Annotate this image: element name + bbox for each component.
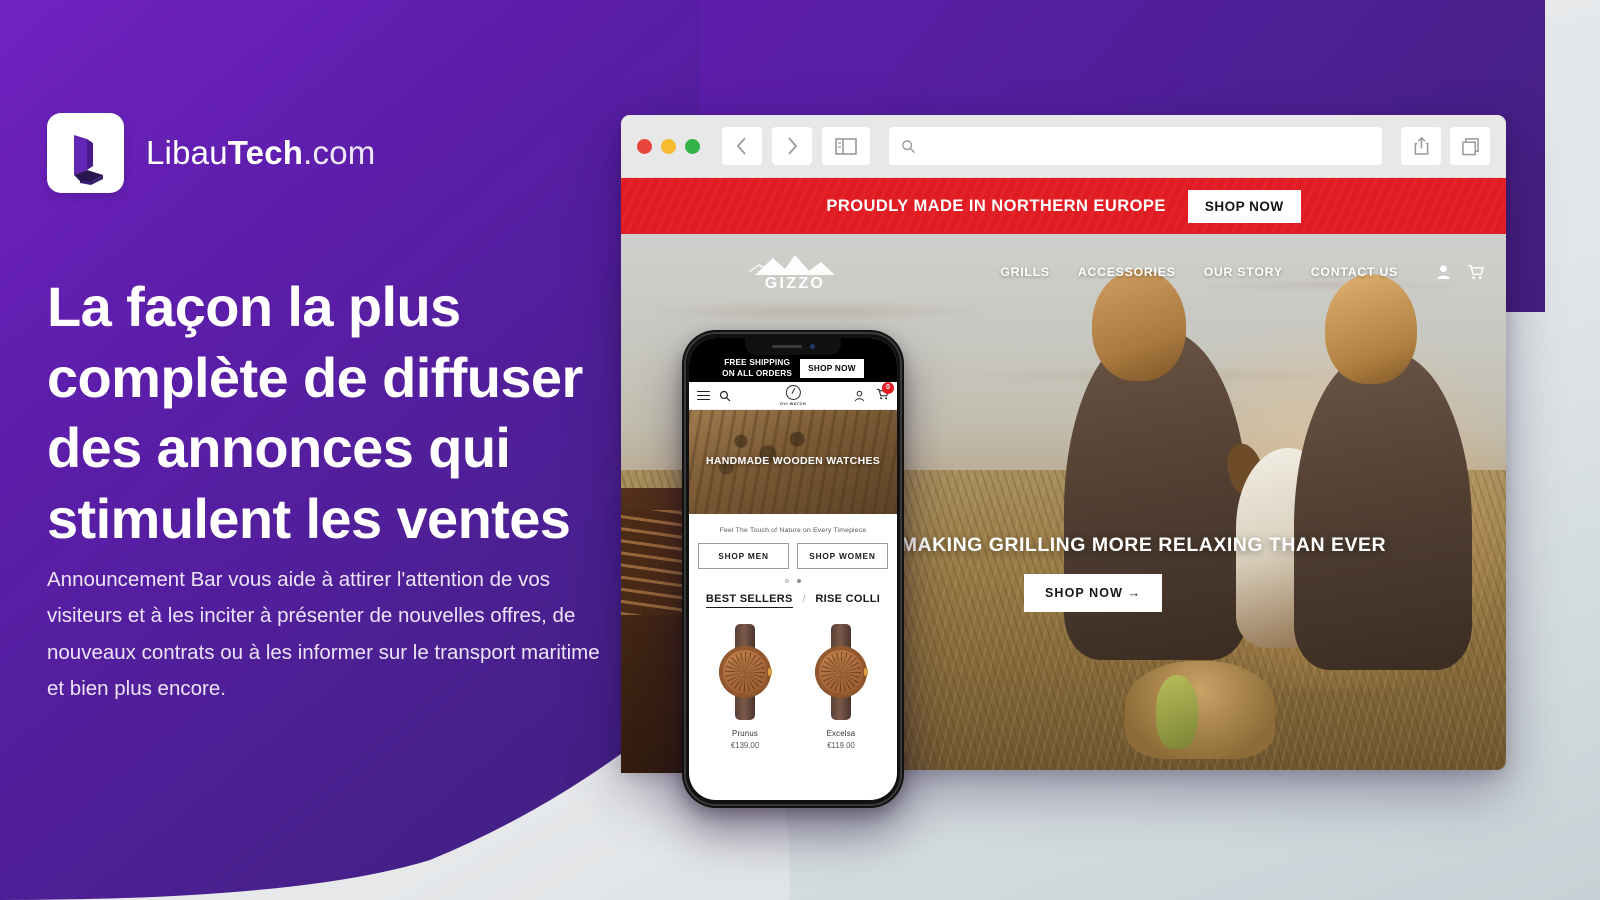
minimize-window-icon[interactable]: [661, 138, 676, 154]
phone-announcement-text: FREE SHIPPING ON ALL ORDERS: [722, 358, 792, 379]
phone-announcement-line1: FREE SHIPPING: [724, 358, 791, 367]
brand-name: LibauTech.com: [146, 134, 375, 172]
address-bar[interactable]: [889, 127, 1382, 165]
announcement-text: PROUDLY MADE IN NORTHERN EUROPE: [826, 196, 1166, 215]
browser-toolbar: [621, 115, 1506, 178]
phone-shop-buttons: SHOP MEN SHOP WOMEN: [689, 543, 897, 569]
sidebar-toggle-button[interactable]: [822, 127, 870, 165]
phone-announcement-line2: ON ALL ORDERS: [722, 368, 793, 378]
new-tab-button[interactable]: [1450, 127, 1490, 165]
nav-item-our-story[interactable]: OUR STORY: [1204, 265, 1283, 279]
carousel-dot-2[interactable]: [797, 579, 801, 583]
phone-notch: [745, 338, 841, 355]
hamburger-menu-icon[interactable]: [697, 388, 710, 402]
phone-hero-headline: HANDMADE WOODEN WATCHES: [705, 455, 881, 468]
carousel-dot-1[interactable]: [785, 579, 789, 583]
brand-lockup: LibauTech.com: [47, 113, 375, 193]
page-description: Announcement Bar vous aide à attirer l'a…: [47, 568, 600, 701]
brand-name-bold: Tech: [227, 134, 304, 171]
account-icon[interactable]: [854, 390, 865, 402]
site-logo[interactable]: GIZZO: [747, 251, 843, 293]
window-traffic-lights[interactable]: [637, 138, 700, 154]
search-icon[interactable]: [719, 390, 731, 402]
product-card[interactable]: Excelsa €119.00: [795, 624, 887, 750]
phone-product-grid: Prunus €139.00 Excelsa €119.00: [689, 608, 897, 750]
shop-men-button[interactable]: SHOP MEN: [698, 543, 789, 569]
nav-item-accessories[interactable]: ACCESSORIES: [1078, 265, 1176, 279]
account-icon[interactable]: [1436, 264, 1451, 280]
close-window-icon[interactable]: [637, 138, 652, 154]
phone-product-tabs: BEST SELLERS / RISE COLLI: [689, 591, 897, 608]
phone-screen: FREE SHIPPING ON ALL ORDERS SHOP NOW OVI…: [689, 338, 897, 800]
cart-count-badge: 0: [882, 381, 894, 394]
phone-site-logo[interactable]: OVI WATCH: [780, 385, 806, 406]
libau-l-logo-icon: [47, 113, 124, 193]
phone-hero-banner: HANDMADE WOODEN WATCHES: [689, 410, 897, 514]
share-button[interactable]: [1401, 127, 1441, 165]
phone-shop-now-button[interactable]: SHOP NOW: [800, 359, 864, 378]
phone-mockup: FREE SHIPPING ON ALL ORDERS SHOP NOW OVI…: [682, 330, 904, 808]
watch-image: [813, 624, 869, 720]
nav-item-contact-us[interactable]: CONTACT US: [1311, 265, 1398, 279]
site-announcement-bar: PROUDLY MADE IN NORTHERN EUROPE SHOP NOW: [621, 178, 1506, 234]
phone-navbar: OVI WATCH 0: [689, 381, 897, 410]
brand-name-light: Libau: [146, 134, 228, 171]
address-input[interactable]: [924, 138, 1370, 154]
tab-best-sellers[interactable]: BEST SELLERS: [705, 593, 793, 608]
product-price: €139.00: [730, 741, 760, 750]
watch-dial-icon: [785, 385, 801, 400]
phone-tagline: Feel The Touch of Nature on Every Timepi…: [719, 527, 867, 534]
product-card[interactable]: Prunus €139.00: [699, 624, 791, 750]
product-price: €119.00: [827, 741, 855, 750]
shop-women-button[interactable]: SHOP WOMEN: [797, 543, 888, 569]
carousel-dots[interactable]: [689, 569, 897, 591]
nav-item-grills[interactable]: GRILLS: [1000, 265, 1050, 279]
announcement-shop-now-button[interactable]: SHOP NOW: [1187, 189, 1301, 223]
product-name: Excelsa: [826, 729, 856, 738]
brand-name-tld: .com: [303, 134, 376, 171]
phone-logo-text: OVI WATCH: [779, 401, 807, 406]
back-button[interactable]: [722, 127, 762, 165]
page-title: La façon la plus complète de diffuser de…: [47, 275, 583, 550]
site-nav-links: GRILLS ACCESSORIES OUR STORY CONTACT US: [1000, 264, 1484, 280]
tab-rise-collection[interactable]: RISE COLLI: [815, 593, 880, 605]
cart-icon[interactable]: [1467, 264, 1484, 280]
watch-image: [717, 624, 773, 720]
site-logo-text: GIZZO: [764, 275, 826, 292]
zoom-window-icon[interactable]: [685, 138, 700, 154]
mountain-icon: [748, 255, 835, 275]
site-navbar: GIZZO GRILLS ACCESSORIES OUR STORY CONTA…: [621, 244, 1506, 300]
tab-separator: /: [802, 594, 806, 605]
product-name: Prunus: [732, 729, 758, 738]
hero-shop-now-button[interactable]: SHOP NOW →: [1024, 574, 1163, 612]
forward-button[interactable]: [772, 127, 812, 165]
search-icon: [902, 139, 916, 153]
